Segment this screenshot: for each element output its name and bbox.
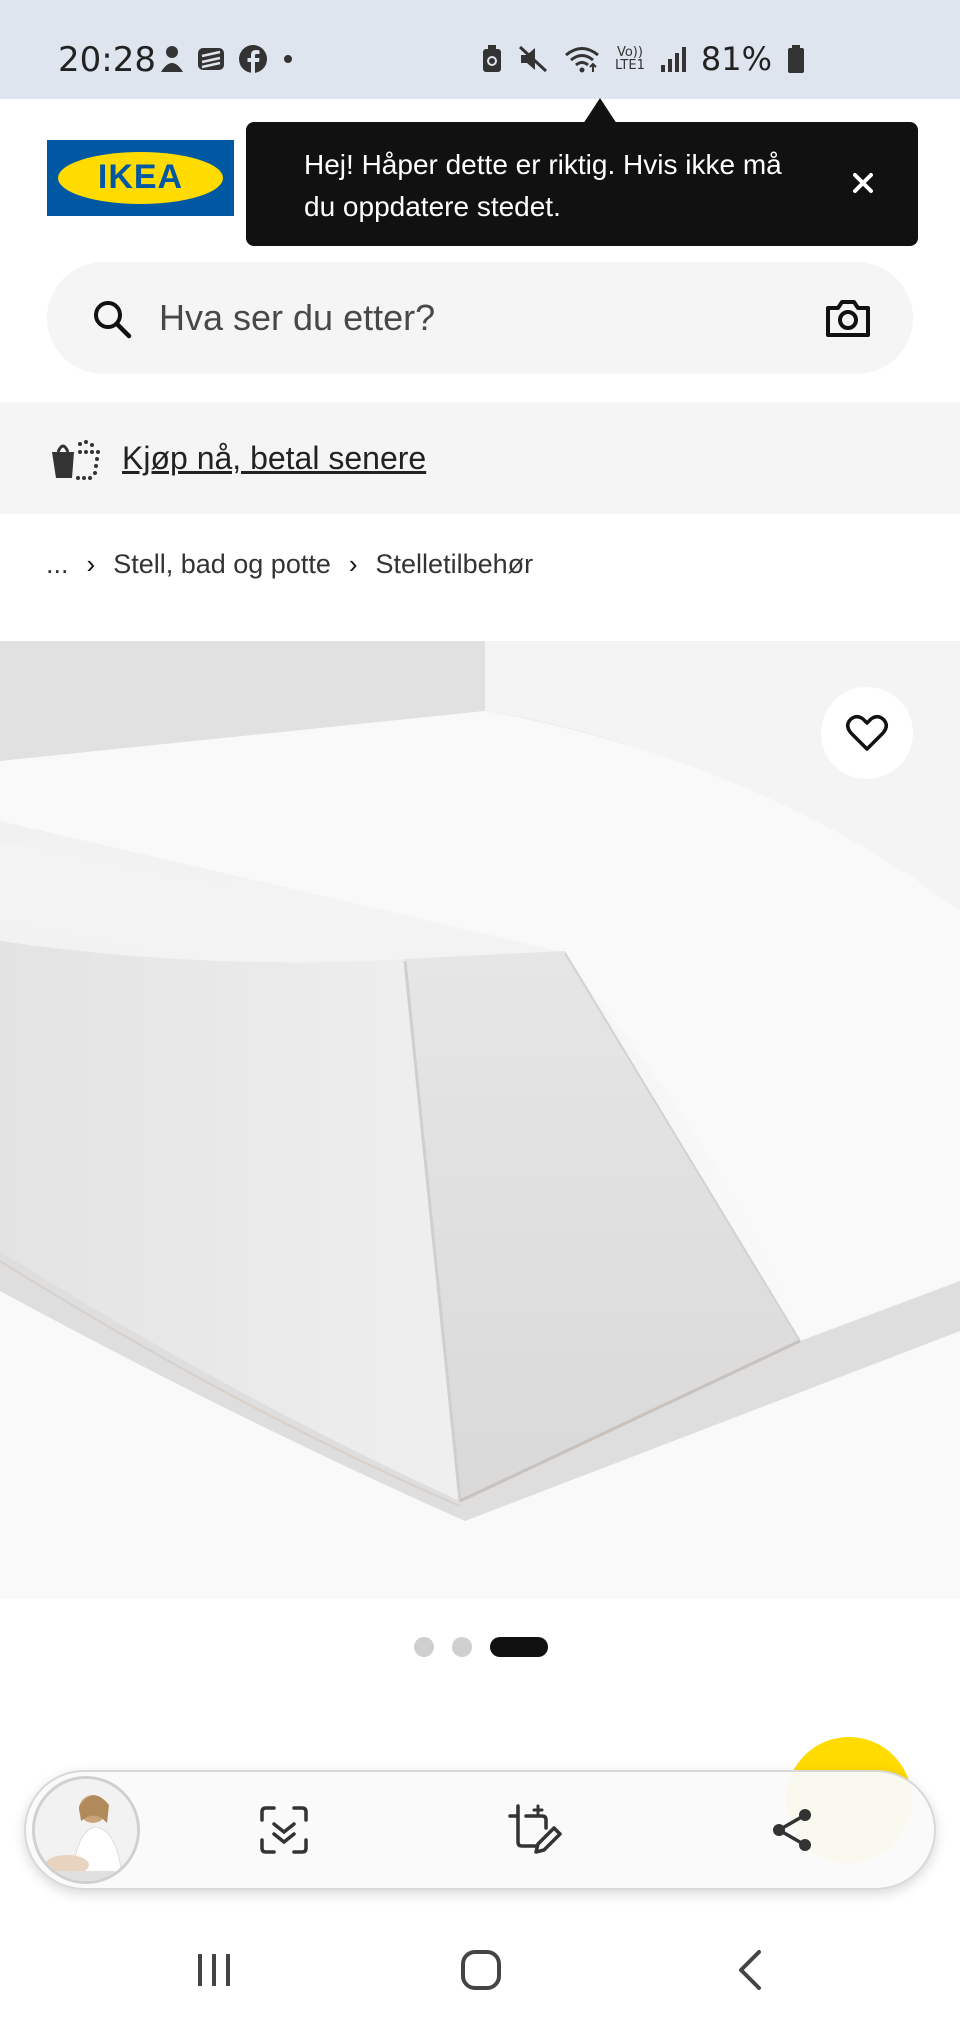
- crop-edit-icon: [508, 1804, 562, 1854]
- carousel-dot[interactable]: [452, 1637, 472, 1657]
- promo-banner: Kjøp nå, betal senere: [0, 402, 960, 514]
- notification-app-icon: [161, 46, 183, 72]
- product-image[interactable]: [0, 641, 960, 1599]
- basket-icon: [52, 440, 100, 480]
- scan-icon: [260, 1806, 308, 1854]
- battery-saver-icon: [482, 45, 501, 72]
- back-icon: [739, 1950, 761, 1990]
- wifi-icon: [565, 47, 599, 73]
- changing-pad-photo: [0, 641, 960, 1599]
- signal-icon: [660, 47, 686, 72]
- camera-icon[interactable]: [825, 298, 871, 338]
- home-button[interactable]: [451, 1944, 511, 1996]
- back-button[interactable]: [720, 1944, 780, 1996]
- status-time: 20:28: [58, 40, 156, 80]
- breadcrumb-item-stelletilbehor[interactable]: Stelletilbehør: [376, 549, 534, 580]
- battery-percent: 81%: [700, 40, 772, 78]
- scan-button[interactable]: [256, 1802, 312, 1858]
- recents-button[interactable]: [184, 1944, 244, 1996]
- breadcrumb-item-stell[interactable]: Stell, bad og potte: [113, 549, 331, 580]
- recents-icon: [198, 1954, 230, 1986]
- close-icon[interactable]: [848, 168, 878, 198]
- thumbnail-image: [35, 1779, 137, 1881]
- notification-icons: [158, 44, 298, 74]
- search-input[interactable]: [159, 296, 719, 340]
- breadcrumb: ... › Stell, bad og potte › Stelletilbeh…: [46, 546, 533, 582]
- chevron-right-icon: ›: [86, 548, 96, 579]
- status-bar: 20:28 Vo)) LTE1 81%: [0, 0, 960, 99]
- tooltip-arrow: [583, 98, 617, 124]
- heart-icon: [846, 715, 888, 751]
- share-button[interactable]: [764, 1802, 820, 1858]
- volte-indicator: Vo)) LTE1: [615, 46, 645, 72]
- carousel-dot[interactable]: [414, 1637, 434, 1657]
- stack-icon: [198, 48, 224, 70]
- screenshot-toolbar: [24, 1770, 936, 1890]
- facebook-icon: [239, 45, 267, 73]
- pay-later-link[interactable]: Kjøp nå, betal senere: [122, 440, 426, 477]
- carousel-indicator: [414, 1637, 548, 1657]
- lte-label: LTE1: [614, 58, 645, 73]
- system-indicators: Vo)) LTE1 81%: [481, 40, 806, 78]
- ikea-logo[interactable]: IKEA: [47, 140, 234, 216]
- search-icon: [94, 301, 132, 339]
- chevron-right-icon: ›: [348, 548, 358, 579]
- breadcrumb-ellipsis[interactable]: ...: [46, 549, 69, 580]
- mute-icon: [518, 45, 548, 73]
- favorite-button[interactable]: [821, 687, 913, 779]
- crop-edit-button[interactable]: [506, 1802, 562, 1858]
- carousel-dot-active[interactable]: [490, 1637, 548, 1657]
- tooltip-text: Hej! Håper dette er riktig. Hvis ikke må…: [304, 149, 782, 222]
- location-tooltip: Hej! Håper dette er riktig. Hvis ikke må…: [246, 122, 918, 246]
- battery-icon: [788, 45, 804, 73]
- system-navbar: [0, 1910, 960, 2027]
- logo-text: IKEA: [97, 158, 184, 196]
- search-bar[interactable]: [47, 262, 913, 374]
- more-dot-icon: [284, 55, 292, 63]
- share-icon: [773, 1809, 811, 1851]
- screenshot-thumbnail[interactable]: [32, 1776, 140, 1884]
- home-icon: [461, 1950, 501, 1990]
